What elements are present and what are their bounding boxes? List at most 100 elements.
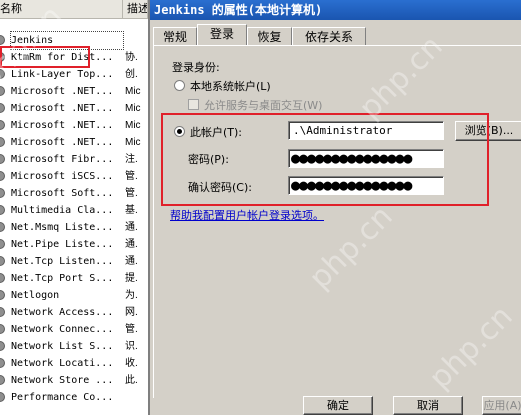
tab-dependencies[interactable]: 依存关系 [292, 27, 366, 45]
service-row[interactable]: Net.Tcp Port S... 提. [0, 270, 148, 287]
tab-logon[interactable]: 登录 [197, 24, 247, 45]
gear-icon [0, 86, 5, 96]
gear-icon [0, 154, 5, 164]
service-description: 协. [125, 52, 138, 63]
gear-icon [0, 307, 5, 317]
this-account-radio[interactable] [174, 126, 185, 137]
confirm-password-label: 确认密码(C): [188, 181, 252, 194]
service-name: Microsoft iSCS... [11, 171, 114, 182]
service-name: Network Locati... [11, 358, 114, 369]
service-row[interactable]: Microsoft Fibr... 注. [0, 151, 148, 168]
gear-icon [0, 324, 5, 334]
dialog-title: Jenkins 的属性(本地计算机) [154, 3, 323, 17]
service-name: Net.Tcp Listen... [11, 256, 114, 267]
service-row[interactable]: Network Locati... 收. [0, 355, 148, 372]
service-description: Mic [125, 103, 141, 114]
gear-icon [0, 120, 5, 130]
gear-icon [0, 171, 5, 181]
apply-button[interactable]: 应用(A) [482, 396, 521, 415]
service-row[interactable]: Microsoft .NET... Mic [0, 100, 148, 117]
gear-icon [0, 341, 5, 351]
service-name: Network List S... [11, 341, 114, 352]
service-name: Network Connec... [11, 324, 114, 335]
service-description: 通. [125, 222, 138, 233]
service-description: 管. [125, 171, 138, 182]
service-row[interactable]: Performance Co... [0, 389, 148, 406]
service-name: Net.Tcp Port S... [11, 273, 114, 284]
service-description: Mic [125, 86, 141, 97]
service-name: Link-Layer Top... [11, 69, 114, 80]
desktop-interact-checkbox[interactable] [188, 99, 199, 110]
gear-icon [0, 188, 5, 198]
service-description: 通. [125, 256, 138, 267]
service-row[interactable]: Microsoft .NET... Mic [0, 134, 148, 151]
service-name: Microsoft .NET... [11, 137, 114, 148]
column-header-name[interactable]: 名称 [0, 0, 123, 18]
service-row[interactable]: Network List S... 识. [0, 338, 148, 355]
service-description: 为. [125, 290, 138, 301]
tab-recovery[interactable]: 恢复 [247, 27, 292, 45]
tab-strip: 常规 登录 恢复 依存关系 [150, 24, 521, 46]
gear-icon [0, 358, 5, 368]
gear-icon [0, 52, 5, 62]
service-name: Microsoft .NET... [11, 86, 114, 97]
service-name: Microsoft Fibr... [11, 154, 114, 165]
properties-dialog: Jenkins 的属性(本地计算机) 常规 登录 恢复 依存关系 登录身份: 本… [148, 0, 521, 415]
service-name: Performance Co... [11, 392, 114, 403]
service-description: 创. [125, 69, 138, 80]
service-row[interactable]: Netlogon 为. [0, 287, 148, 304]
service-row[interactable]: Microsoft iSCS... 管. [0, 168, 148, 185]
service-row[interactable]: Net.Msmq Liste... 通. [0, 219, 148, 236]
service-description: 通. [125, 239, 138, 250]
gear-icon [0, 290, 5, 300]
logon-as-label: 登录身份: [172, 61, 220, 74]
service-row[interactable]: Multimedia Cla... 基. [0, 202, 148, 219]
service-row[interactable]: Microsoft .NET... Mic [0, 83, 148, 100]
password-input[interactable]: ●●●●●●●●●●●●●●● [288, 149, 444, 168]
cancel-button[interactable]: 取消 [393, 396, 463, 415]
service-description: 管. [125, 188, 138, 199]
help-logon-link[interactable]: 帮助我配置用户帐户登录选项。 [170, 207, 324, 223]
ok-button[interactable]: 确定 [303, 396, 373, 415]
gear-icon [0, 205, 5, 215]
service-name: Net.Pipe Liste... [11, 239, 114, 250]
service-row[interactable]: Microsoft Soft... 管. [0, 185, 148, 202]
service-name: Microsoft .NET... [11, 103, 114, 114]
service-name: Multimedia Cla... [11, 205, 114, 216]
browse-button[interactable]: 浏览(B)... [455, 121, 521, 141]
service-row[interactable]: Net.Tcp Listen... 通. [0, 253, 148, 270]
service-description: 收. [125, 358, 138, 369]
service-name: KtmRm for Dist... [11, 52, 114, 63]
desktop-interact-label[interactable]: 允许服务与桌面交互(W) [204, 97, 322, 113]
gear-icon [0, 392, 5, 402]
service-description: Mic [125, 137, 141, 148]
service-description: Mic [125, 120, 141, 131]
dialog-titlebar[interactable]: Jenkins 的属性(本地计算机) [150, 0, 521, 20]
gear-icon [0, 375, 5, 385]
service-row[interactable]: Jenkins [0, 31, 148, 50]
service-row[interactable]: Network Access... 网. [0, 304, 148, 321]
service-row[interactable]: KtmRm for Dist... 协. [0, 49, 148, 66]
service-description: 此. [125, 375, 138, 386]
column-header-description[interactable]: 描述 [123, 0, 148, 18]
this-account-label[interactable]: 此帐户(T): [190, 124, 242, 140]
tab-general[interactable]: 常规 [153, 27, 197, 45]
account-input[interactable]: .\Administrator [288, 121, 444, 140]
local-system-label[interactable]: 本地系统帐户(L) [190, 78, 271, 94]
gear-icon [0, 239, 5, 249]
password-label: 密码(P): [188, 153, 229, 166]
service-row[interactable]: Network Connec... 管. [0, 321, 148, 338]
service-row[interactable]: Network Store ... 此. [0, 372, 148, 389]
confirm-password-input[interactable]: ●●●●●●●●●●●●●●● [288, 176, 444, 195]
service-name: Network Access... [11, 307, 114, 318]
local-system-radio[interactable] [174, 80, 185, 91]
service-description: 提. [125, 273, 138, 284]
service-description: 基. [125, 205, 138, 216]
service-row[interactable]: Microsoft .NET... Mic [0, 117, 148, 134]
service-description: 网. [125, 307, 138, 318]
service-row[interactable]: Net.Pipe Liste... 通. [0, 236, 148, 253]
service-description: 注. [125, 154, 138, 165]
service-row[interactable]: Link-Layer Top... 创. [0, 66, 148, 83]
service-name: Netlogon [11, 290, 60, 301]
services-list-panel: 名称 描述 Jenkins KtmRm for Dist... 协. Link-Lay… [0, 0, 148, 415]
